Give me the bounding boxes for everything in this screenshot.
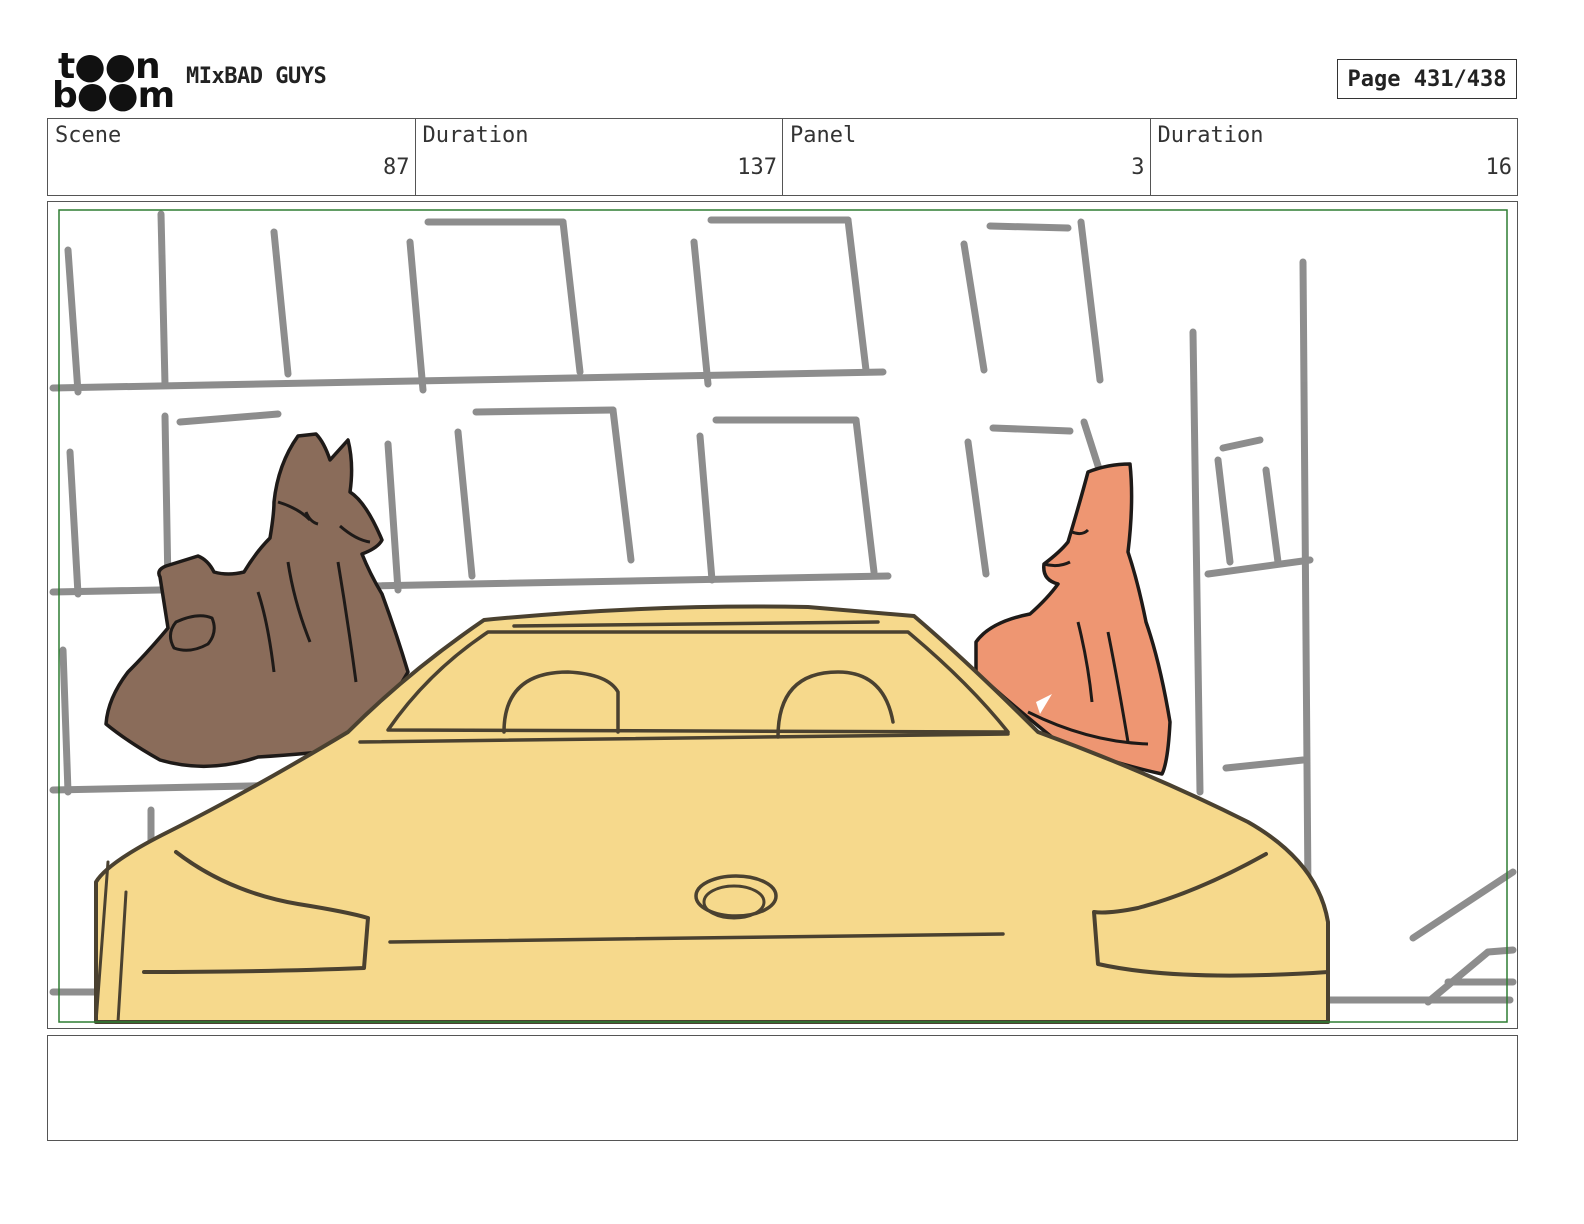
panel-value: 3 [1131, 155, 1145, 180]
toon-boom-logo: t●●n b●●m [52, 49, 175, 114]
page-indicator: Page 431/438 [1337, 59, 1517, 99]
scene-value: 87 [383, 155, 410, 180]
panel-duration-cell: Duration 16 [1151, 119, 1518, 195]
project-title: MIxBAD GUYS [186, 64, 327, 89]
panel-duration-value: 16 [1485, 155, 1513, 180]
scene-info-table: Scene 87 Duration 137 Panel 3 Duration 1… [47, 118, 1518, 196]
panel-label: Panel [790, 123, 857, 148]
panel-cell: Panel 3 [783, 119, 1151, 195]
scene-duration-value: 137 [737, 155, 777, 180]
panel-duration-label: Duration [1157, 123, 1264, 148]
storyboard-panel [47, 201, 1518, 1029]
scene-duration-cell: Duration 137 [416, 119, 783, 195]
scene-duration-label: Duration [422, 123, 529, 148]
logo-line-bottom: b●●m [52, 75, 175, 116]
scene-cell: Scene 87 [48, 119, 416, 195]
scene-label: Scene [55, 123, 122, 148]
storyboard-sketch [49, 209, 1517, 1024]
panel-notes-box [47, 1035, 1518, 1141]
